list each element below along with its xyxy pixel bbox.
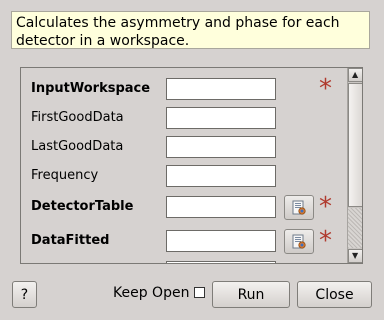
property-row-inputworkspace: InputWorkspace * <box>21 74 346 104</box>
workspace-browse-icon <box>292 200 306 215</box>
property-row-detectortable: DetectorTable * <box>21 192 346 222</box>
properties-panel: InputWorkspace * FirstGoodData LastGoodD… <box>20 67 363 264</box>
property-row-firstgooddata: FirstGoodData <box>21 107 346 131</box>
properties-list: InputWorkspace * FirstGoodData LastGoodD… <box>21 68 346 263</box>
required-star-icon: * <box>319 74 332 104</box>
property-label: LastGoodData <box>31 139 124 154</box>
datafitted-browse-button[interactable] <box>284 229 314 254</box>
property-row-lastgooddata: LastGoodData <box>21 136 346 160</box>
property-label: InputWorkspace <box>31 81 151 96</box>
property-label: DetectorTable <box>31 199 134 214</box>
property-label: Frequency <box>31 168 99 183</box>
property-row-frequency: Frequency <box>21 165 346 189</box>
property-label: DataFitted <box>31 233 110 248</box>
arrow-down-icon: ▼ <box>352 251 359 260</box>
workspace-browse-icon <box>292 234 306 249</box>
scroll-up-button[interactable]: ▲ <box>348 68 362 82</box>
required-star-icon: * <box>319 226 332 256</box>
properties-scrollbar[interactable]: ▲ ▼ <box>347 68 362 263</box>
detectortable-field[interactable] <box>166 196 276 218</box>
inputworkspace-field[interactable] <box>166 78 276 100</box>
required-star-icon: * <box>319 192 332 222</box>
datafitted-field[interactable] <box>166 230 276 252</box>
description-line-1: Calculates the asymmetry and phase for e… <box>16 15 340 31</box>
description-line-2: detector in a workspace. <box>16 33 190 49</box>
scrollbar-track[interactable] <box>348 208 362 248</box>
property-label: FirstGoodData <box>31 110 124 125</box>
algorithm-description: Calculates the asymmetry and phase for e… <box>11 11 370 49</box>
detectortable-browse-button[interactable] <box>284 195 314 220</box>
frequency-field[interactable] <box>166 165 276 187</box>
keep-open-checkbox[interactable] <box>194 287 205 298</box>
property-row-datafitted: DataFitted * <box>21 226 346 256</box>
help-button[interactable]: ? <box>12 281 37 308</box>
scroll-down-button[interactable]: ▼ <box>348 249 362 263</box>
firstgooddata-field[interactable] <box>166 107 276 129</box>
next-property-field[interactable] <box>166 261 276 263</box>
scrollbar-thumb[interactable] <box>348 83 362 207</box>
lastgooddata-field[interactable] <box>166 136 276 158</box>
close-button[interactable]: Close <box>297 281 372 308</box>
property-row-hidden <box>21 261 346 263</box>
keep-open-label: Keep Open <box>113 285 190 301</box>
arrow-up-icon: ▲ <box>352 70 359 79</box>
run-button[interactable]: Run <box>212 281 290 308</box>
